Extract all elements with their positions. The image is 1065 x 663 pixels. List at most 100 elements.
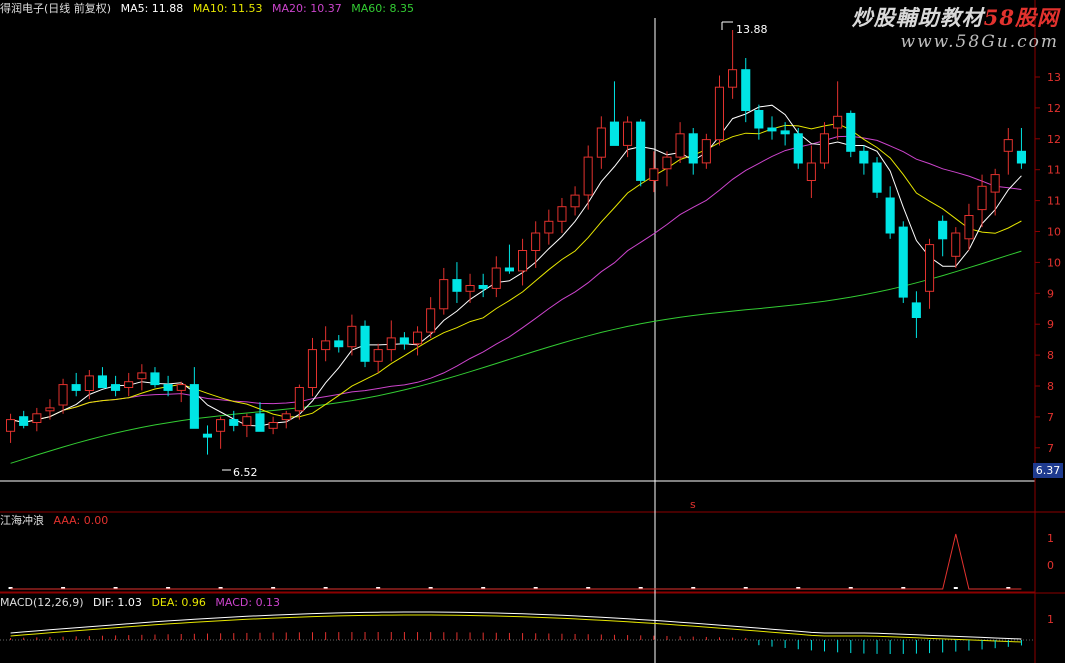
price-axis-label: 13 [1047,71,1061,84]
candle-body [58,384,68,406]
candle-body [321,340,331,351]
price-axis-label: 9 [1047,287,1054,300]
candle-body [518,250,528,272]
candle-body [360,325,370,362]
ma10-value: MA10: 11.53 [192,2,263,15]
candle-body [833,115,843,129]
candle-body [531,232,541,251]
ma60-line [10,250,1022,464]
candle-body [583,156,593,196]
macd-panel-header: MACD(12,26,9) DIF: 1.03 DEA: 0.96 MACD: … [0,595,286,611]
candle-body [728,69,738,88]
candle-body [649,168,659,182]
candle-body [819,133,830,164]
macd-dea: DEA: 0.96 [151,596,206,609]
indicator-name[interactable]: 江海冲浪 [0,514,44,527]
candle-body [189,384,199,429]
price-axis-label: 8 [1047,349,1054,362]
candle-body [347,325,357,348]
ma20-path [10,135,1022,424]
price-axis-label: 7 [1047,442,1054,455]
aaa-indicator-series [8,533,1022,590]
macd-axis: 1 [1047,613,1054,626]
candle-body [806,162,816,181]
candle-body [71,384,81,391]
candle-body [741,69,751,111]
candle-body [465,285,475,292]
candle-body [623,121,633,146]
watermark: 炒股輔助教材58股网 www.58Gu.com [852,2,1059,52]
candle-body [294,387,304,412]
macd-name[interactable]: MACD(12,26,9) [0,596,84,609]
candle-body [84,375,94,391]
candle-body [990,174,1000,193]
price-axis-label: 12 [1047,133,1061,146]
candle-body [413,331,423,345]
candle-body [688,133,698,164]
candle-body [570,194,580,208]
candle-body [964,215,974,240]
main-panel-header: 得润电子(日线 前复权) MA5: 11.88 MA10: 11.53 MA20… [0,1,420,17]
candle-body [938,220,948,240]
candle-body [596,127,606,158]
price-axis-label: 8 [1047,380,1054,393]
candle-body [504,267,514,272]
candle-body [307,349,317,389]
candle-body [1016,150,1027,164]
candle-body [662,156,672,170]
candle-body [150,372,160,386]
candle-body [32,413,42,423]
watermark-title-accent: 58股网 [983,5,1059,30]
ma10-line [10,123,1022,424]
ma5-line [10,104,1022,427]
candle-body [714,86,725,141]
candle-body [754,110,764,129]
candle-body [281,413,291,421]
candle-body [872,162,882,193]
macd-series [0,611,1035,654]
candle-body [176,384,186,391]
candle-body [925,244,935,292]
candle-body [780,130,790,135]
indicator-axis-label: 1 [1047,532,1054,545]
candle-body [885,197,895,234]
indicator-axis-label: 0 [1047,559,1054,572]
indicator-value: AAA: 0.00 [53,514,109,527]
stock-title[interactable]: 得润电子(日线 前复权) [0,2,111,15]
candle-body [229,419,239,426]
candle-body [793,133,803,164]
candle-body [767,127,777,132]
candle-body [452,279,462,292]
candle-body [386,337,396,351]
candle-body [242,416,252,426]
chart-canvas[interactable]: s 13.88 6.52 13121211111010998877 10 1 [0,0,1065,663]
macd-dif: DIF: 1.03 [93,596,142,609]
candle-body [216,419,226,432]
candle-body [334,340,344,348]
candle-body [111,384,121,391]
candle-body [977,185,987,211]
price-axis-label: 11 [1047,195,1061,208]
price-axis-label: 10 [1047,226,1061,239]
marker-s: s [690,498,696,511]
price-axis-label: 12 [1047,102,1061,115]
price-axis-label: 7 [1047,411,1054,424]
candle-body [491,267,501,289]
candle-body [701,139,711,164]
current-price-box: 6.37 [1033,463,1063,478]
candle-body [399,337,409,345]
ma20-line [10,135,1022,424]
dea-path [10,614,1022,643]
candle-body [478,285,488,289]
ma10-path [10,123,1022,424]
price-axis-label: 11 [1047,164,1061,177]
candle-body [675,133,685,158]
high-price-arrow [721,21,733,30]
dif-path [10,611,1022,640]
indicator-dot [953,587,958,589]
candle-body [426,308,436,333]
indicator-axis: 10 [1047,532,1054,572]
candle-body [846,112,856,152]
candle-body [557,206,567,222]
low-price-label: 6.52 [233,466,258,479]
